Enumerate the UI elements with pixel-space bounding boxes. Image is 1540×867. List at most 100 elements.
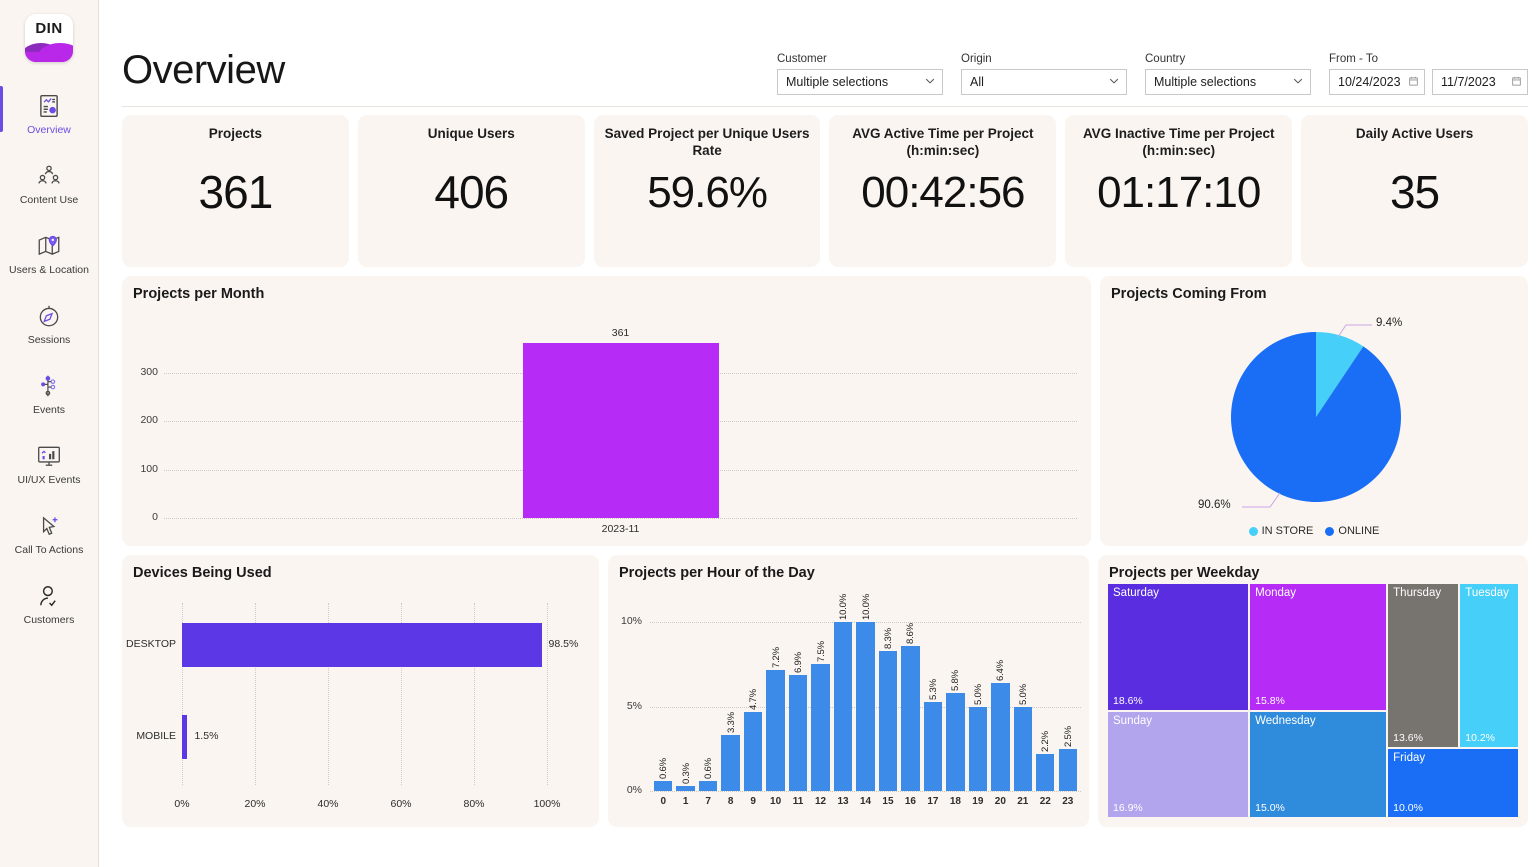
sidebar-item-events[interactable]: Events	[0, 364, 99, 425]
logo-text: DIN	[25, 20, 73, 37]
treemap-cell-value: 15.0%	[1255, 802, 1285, 814]
bar[interactable]	[1036, 754, 1054, 791]
map-pin-icon	[36, 233, 62, 259]
treemap-cell[interactable]: Wednesday 15.0%	[1249, 711, 1387, 818]
bar[interactable]	[969, 707, 987, 791]
bar[interactable]	[721, 735, 739, 791]
legend-label: ONLINE	[1338, 525, 1379, 537]
bar[interactable]	[766, 670, 784, 791]
treemap-cell[interactable]: Friday10.0%	[1387, 748, 1519, 819]
y-axis-tick-label: 0%	[612, 784, 642, 796]
x-axis-tick-label: 100%	[534, 798, 561, 810]
sidebar-item-uiux-events[interactable]: UI/UX Events	[0, 434, 99, 495]
bar-value-label: 5.0%	[973, 675, 984, 705]
sidebar-item-label: Call To Actions	[15, 544, 84, 556]
pie-slice[interactable]	[1231, 332, 1401, 502]
treemap-cell[interactable]: Sunday16.9%	[1107, 711, 1249, 818]
sidebar-item-content-use[interactable]: Content Use	[0, 154, 99, 215]
x-axis-tick-label: 18	[945, 796, 965, 807]
bar[interactable]	[523, 343, 719, 518]
bar[interactable]	[1014, 707, 1032, 791]
x-axis-tick-label: 80%	[463, 798, 484, 810]
filter-country-label: Country	[1145, 53, 1311, 65]
kpi-card-avg-active-time[interactable]: AVG Active Time per Project (h:min:sec) …	[829, 115, 1056, 267]
gridline	[164, 518, 1077, 519]
panel-projects-per-weekday: Projects per Weekday Saturday18.6%Sunday…	[1098, 555, 1528, 827]
bar[interactable]	[182, 623, 542, 667]
country-select[interactable]: Multiple selections	[1145, 69, 1311, 95]
devices-being-used-chart[interactable]: 0%20%40%60%80%100%DESKTOP98.5%MOBILE1.5%	[122, 585, 591, 827]
kpi-row: Projects 361 Unique Users 406 Saved Proj…	[122, 115, 1528, 267]
date-from-input[interactable]: 10/24/2023	[1329, 69, 1425, 95]
sidebar-item-users-location[interactable]: Users & Location	[0, 224, 99, 285]
kpi-title: AVG Active Time per Project (h:min:sec)	[829, 126, 1056, 160]
kpi-card-saved-project-rate[interactable]: Saved Project per Unique Users Rate 59.6…	[594, 115, 821, 267]
filter-customer: Customer Multiple selections	[777, 53, 943, 95]
calendar-icon	[1511, 75, 1522, 90]
bar[interactable]	[789, 675, 807, 791]
bar[interactable]	[1059, 749, 1077, 791]
legend-item[interactable]: IN STORE	[1249, 525, 1314, 537]
filter-daterange-label: From - To	[1329, 53, 1528, 65]
projects-per-hour-chart[interactable]: 0%5%10%0.6%00.3%10.6%73.3%84.7%97.2%106.…	[608, 583, 1085, 827]
bar[interactable]	[182, 715, 187, 759]
user-check-icon	[36, 583, 62, 609]
y-axis-tick-label: 100	[128, 463, 158, 475]
kpi-card-avg-inactive-time[interactable]: AVG Inactive Time per Project (h:min:sec…	[1065, 115, 1292, 267]
bar[interactable]	[879, 651, 897, 791]
treemap-cell[interactable]: Saturday18.6%	[1107, 583, 1249, 711]
y-axis-tick-label: 10%	[612, 615, 642, 627]
treemap-cell[interactable]: Thursday13.6%	[1387, 583, 1459, 748]
bar-value-label: 6.9%	[793, 643, 804, 673]
customer-select[interactable]: Multiple selections	[777, 69, 943, 95]
origin-select[interactable]: All	[961, 69, 1127, 95]
bar[interactable]	[901, 646, 919, 791]
sidebar-item-sessions[interactable]: Sessions	[0, 294, 99, 355]
treemap-cell[interactable]: Monday15.8%	[1249, 583, 1387, 711]
bar-value-label: 361	[612, 327, 630, 339]
legend-item[interactable]: ONLINE	[1325, 525, 1379, 537]
treemap-cell-label: Tuesday	[1465, 587, 1509, 599]
kpi-value: 01:17:10	[1097, 168, 1260, 218]
x-axis-tick-label: 10	[766, 796, 786, 807]
bar[interactable]	[991, 683, 1009, 791]
app-logo[interactable]: DIN	[25, 14, 73, 62]
x-axis-tick-label: 0%	[174, 798, 189, 810]
bar[interactable]	[744, 712, 762, 791]
bar[interactable]	[811, 664, 829, 791]
panel-title: Devices Being Used	[122, 555, 599, 581]
date-to-input[interactable]: 11/7/2023	[1432, 69, 1528, 95]
kpi-card-daily-active-users[interactable]: Daily Active Users 35	[1301, 115, 1528, 267]
kpi-card-unique-users[interactable]: Unique Users 406	[358, 115, 585, 267]
bar[interactable]	[946, 693, 964, 791]
sidebar-item-overview[interactable]: Overview	[0, 84, 99, 145]
sidebar-item-customers[interactable]: Customers	[0, 574, 99, 635]
projects-per-weekday-treemap[interactable]: Saturday18.6%Sunday16.9%Monday15.8%Wedne…	[1107, 583, 1519, 818]
filter-bar: Customer Multiple selections Origin All	[777, 53, 1528, 100]
bar[interactable]	[856, 622, 874, 791]
bar[interactable]	[924, 702, 942, 791]
category-label: MOBILE	[114, 730, 176, 742]
sidebar-item-label: UI/UX Events	[17, 474, 80, 486]
projects-coming-from-chart[interactable]: 9.4%90.6%IN STOREONLINE	[1100, 302, 1528, 546]
bar[interactable]	[676, 786, 694, 791]
bar[interactable]	[699, 781, 717, 791]
treemap-cell[interactable]: Tuesday10.2%	[1459, 583, 1519, 748]
x-axis-tick-label: 21	[1013, 796, 1033, 807]
bar[interactable]	[834, 622, 852, 791]
x-axis-tick-label: 14	[856, 796, 876, 807]
sidebar-item-call-to-actions[interactable]: Call To Actions	[0, 504, 99, 565]
sidebar-item-label: Users & Location	[9, 264, 89, 276]
bar[interactable]	[654, 781, 672, 791]
kpi-value: 406	[434, 165, 508, 219]
legend-label: IN STORE	[1262, 525, 1314, 537]
projects-per-month-chart[interactable]: 01002003003612023-11	[122, 306, 1083, 546]
kpi-card-projects[interactable]: Projects 361	[122, 115, 349, 267]
treemap-cell-label: Wednesday	[1255, 715, 1316, 727]
pie-slice-label: 90.6%	[1198, 499, 1231, 511]
bar-value-label: 5.8%	[950, 661, 961, 691]
panel-title: Projects per Hour of the Day	[608, 555, 1089, 581]
y-axis-tick-label: 200	[128, 414, 158, 426]
country-select-value: Multiple selections	[1154, 75, 1292, 89]
filter-customer-label: Customer	[777, 53, 943, 65]
